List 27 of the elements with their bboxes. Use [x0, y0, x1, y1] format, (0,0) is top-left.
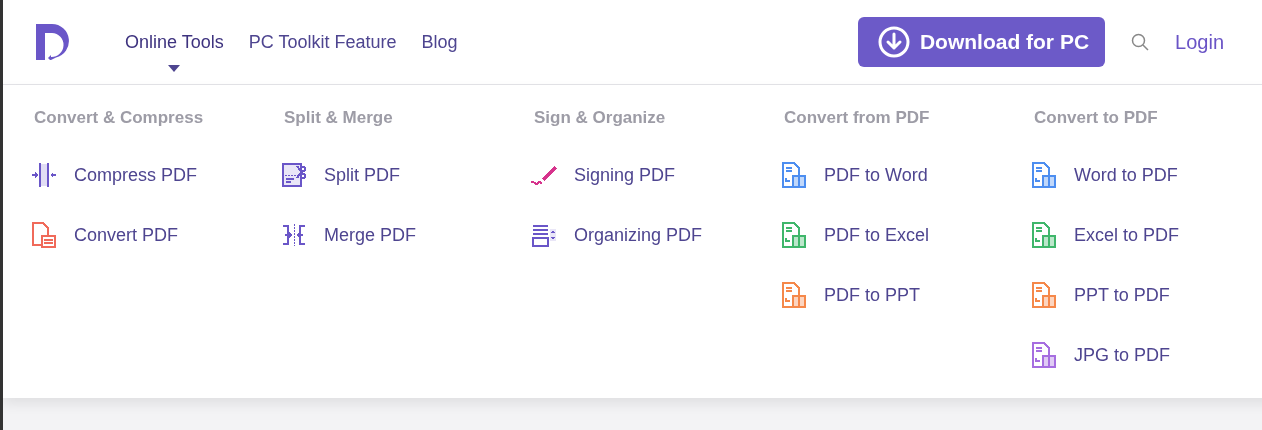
menu-heading: Sign & Organize: [534, 107, 667, 129]
nav-link[interactable]: Online Tools: [125, 28, 224, 56]
menu-item[interactable]: Signing PDF: [530, 145, 676, 205]
menu-heading: Convert from PDF: [784, 107, 931, 129]
menu-item[interactable]: Word to PDF: [1030, 145, 1178, 205]
login-link[interactable]: Login: [1175, 27, 1224, 57]
menu-heading: Convert & Compress: [34, 107, 205, 129]
download-icon: [877, 26, 910, 58]
logo[interactable]: [36, 24, 70, 60]
menu-item[interactable]: Excel to PDF: [1030, 205, 1180, 265]
nav-link[interactable]: Blog: [421, 28, 458, 56]
menu-heading: Split & Merge: [284, 107, 394, 129]
nav-link[interactable]: PC Toolkit Feature: [248, 28, 397, 56]
menu-item[interactable]: Compress PDF: [30, 145, 198, 205]
menu-item[interactable]: PPT to PDF: [1030, 265, 1170, 325]
menu-item[interactable]: Organizing PDF: [530, 205, 703, 265]
menu-item[interactable]: PDF to PPT: [780, 265, 921, 325]
menu-item[interactable]: Merge PDF: [280, 205, 417, 265]
menu-item[interactable]: PDF to Excel: [780, 205, 930, 265]
menu-heading: Convert to PDF: [1034, 107, 1159, 129]
menu-item[interactable]: PDF to Word: [780, 145, 928, 205]
download-button[interactable]: Download for PC: [857, 17, 1106, 67]
menu-item[interactable]: Convert PDF: [30, 205, 179, 265]
search-icon[interactable]: [1131, 33, 1150, 51]
menu-item[interactable]: Split PDF: [280, 145, 401, 205]
menu-item[interactable]: JPG to PDF: [1030, 325, 1171, 385]
caret-icon: [168, 64, 181, 72]
